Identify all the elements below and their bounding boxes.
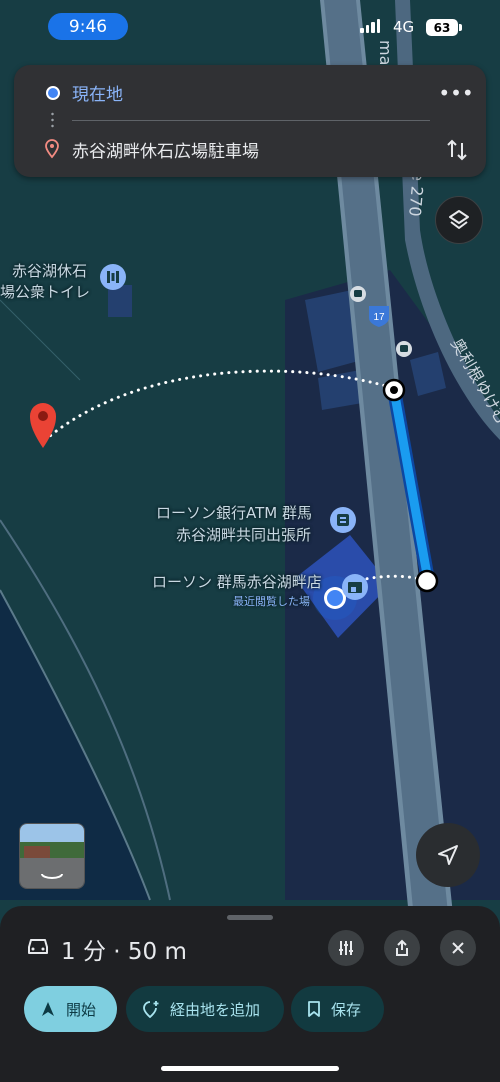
- status-bar: 9:46 4G 63: [0, 0, 500, 54]
- status-time: 9:46: [48, 13, 128, 40]
- route-card: 現在地 赤谷湖畔休石広場駐車場 •••: [14, 65, 486, 177]
- route-end-node: [415, 569, 439, 593]
- store-icon[interactable]: [342, 574, 368, 600]
- add-place-icon: [143, 1001, 159, 1018]
- route-options-button[interactable]: [328, 930, 364, 966]
- directions-sheet: 1 分 · 50 m 開始 経由地を追加 保存: [0, 906, 500, 1082]
- locate-button[interactable]: [416, 823, 480, 887]
- drag-handle[interactable]: [227, 915, 273, 920]
- layers-icon: [449, 210, 469, 229]
- atm-icon[interactable]: [330, 507, 356, 533]
- battery-level: 63: [426, 19, 458, 36]
- destination-field[interactable]: 赤谷湖畔休石広場駐車場: [72, 137, 259, 162]
- swap-icon[interactable]: [442, 135, 472, 165]
- poi-label[interactable]: ローソン銀行ATM 群馬: [156, 502, 312, 523]
- destination-pin-icon: [45, 139, 59, 159]
- save-label: 保存: [331, 1000, 362, 1019]
- start-label: 開始: [66, 1000, 97, 1019]
- poi-label[interactable]: ローソン 群馬赤谷湖畔店: [152, 571, 322, 592]
- poi-label[interactable]: 赤谷湖畔共同出張所: [176, 524, 311, 545]
- add-waypoint-button[interactable]: 経由地を追加: [126, 986, 284, 1032]
- save-button[interactable]: 保存: [291, 986, 384, 1032]
- network-type: 4G: [393, 18, 415, 36]
- divider: [72, 120, 430, 121]
- road-label: e 270: [405, 170, 428, 218]
- add-waypoint-label: 経由地を追加: [170, 1000, 261, 1019]
- route-duration: 1 分 · 50 m: [61, 939, 187, 965]
- car-icon: [28, 939, 48, 954]
- bus-stop-icon[interactable]: [350, 286, 366, 302]
- poi-sublabel: 最近閲覧した場: [233, 595, 310, 608]
- route-connector: [51, 111, 54, 129]
- start-button[interactable]: 開始: [24, 986, 117, 1032]
- more-icon[interactable]: •••: [438, 79, 473, 107]
- bus-stop-icon[interactable]: [396, 341, 412, 357]
- share-button[interactable]: [384, 930, 420, 966]
- layers-button[interactable]: [435, 196, 483, 244]
- tune-icon: [339, 941, 353, 955]
- toilet-icon[interactable]: [100, 264, 126, 290]
- close-icon: [452, 942, 464, 954]
- navigation-arrow-icon: [42, 1002, 54, 1016]
- signal-icon: [360, 19, 380, 33]
- poi-label[interactable]: 赤谷湖休石: [12, 260, 87, 281]
- bookmark-icon: [308, 1001, 320, 1017]
- poi-label[interactable]: 場公衆トイレ: [0, 281, 90, 302]
- navigation-arrow-icon: [438, 845, 458, 865]
- street-view-thumbnail[interactable]: [19, 823, 85, 889]
- battery-icon: [459, 24, 462, 31]
- origin-field[interactable]: 現在地: [72, 80, 123, 105]
- home-indicator: [161, 1066, 339, 1071]
- close-button[interactable]: [440, 930, 476, 966]
- share-icon: [396, 939, 408, 956]
- route-shield-label: 17: [373, 312, 385, 323]
- origin-dot-icon: [46, 86, 60, 100]
